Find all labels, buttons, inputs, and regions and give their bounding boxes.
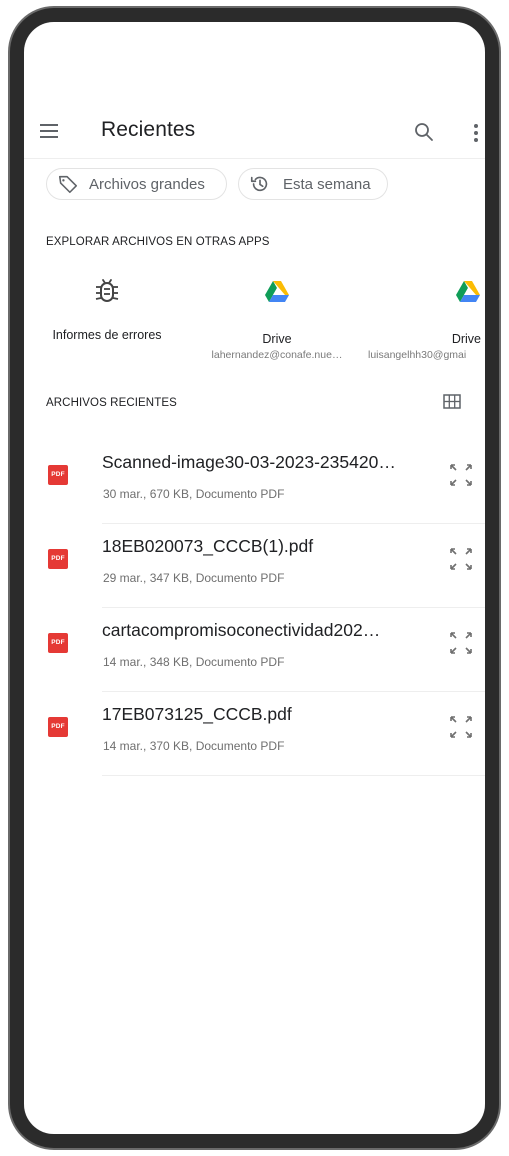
account-email: lahernandez@conafe.nue… [211, 349, 343, 361]
phone-frame: Recientes Archivos grandes Esta semana E… [10, 8, 499, 1148]
file-name: Scanned-image30-03-2023-235420… [102, 452, 396, 472]
recent-heading: ARCHIVOS RECIENTES [46, 397, 177, 409]
chip-label: Archivos grandes [89, 175, 205, 193]
more-vert-icon[interactable] [464, 120, 485, 146]
grid-view-icon[interactable] [442, 392, 464, 414]
header-divider [24, 158, 485, 159]
expand-icon[interactable] [448, 546, 476, 574]
menu-icon[interactable] [40, 124, 64, 142]
expand-icon[interactable] [448, 462, 476, 490]
pdf-icon: PDF [48, 549, 68, 569]
file-meta: 29 mar., 347 KB, Documento PDF [103, 571, 285, 585]
app-label: Drive [451, 332, 481, 346]
file-name: 18EB020073_CCCB(1).pdf [102, 536, 314, 556]
pdf-icon: PDF [48, 717, 68, 737]
chip-label: Esta semana [283, 175, 371, 193]
file-meta: 30 mar., 670 KB, Documento PDF [103, 487, 285, 501]
file-meta: 14 mar., 370 KB, Documento PDF [103, 739, 285, 753]
history-icon [250, 176, 268, 192]
tag-icon [58, 175, 78, 194]
file-row[interactable]: PDF 17EB073125_CCCB.pdf 14 mar., 370 KB,… [24, 692, 485, 776]
drive-icon [197, 280, 357, 304]
screen: Recientes Archivos grandes Esta semana E… [24, 22, 485, 1134]
explore-heading: EXPLORAR ARCHIVOS EN OTRAS APPS [46, 236, 270, 248]
app-label: Drive [262, 332, 292, 346]
file-meta: 14 mar., 348 KB, Documento PDF [103, 655, 285, 669]
account-email: luisangelhh30@gmai [368, 349, 467, 361]
expand-icon[interactable] [448, 630, 476, 658]
search-icon[interactable] [412, 120, 436, 144]
file-row[interactable]: PDF cartacompromisoconectividad202… 14 m… [24, 608, 485, 692]
chip-esta-semana[interactable]: Esta semana [238, 168, 388, 200]
chip-archivos-grandes[interactable]: Archivos grandes [46, 168, 227, 200]
app-drive-2[interactable]: Drive luisangelhh30@gmai [366, 280, 485, 361]
file-name: cartacompromisoconectividad202… [102, 620, 381, 640]
drive-icon [366, 280, 485, 304]
app-label: Informes de errores [52, 328, 162, 342]
page-title: Recientes [101, 118, 196, 141]
file-name: 17EB073125_CCCB.pdf [102, 704, 292, 724]
file-row[interactable]: PDF Scanned-image30-03-2023-235420… 30 m… [24, 440, 485, 524]
app-informes-errores[interactable]: Informes de errores [36, 276, 178, 342]
app-drive-1[interactable]: Drive lahernandez@conafe.nue… [197, 280, 357, 361]
file-row[interactable]: PDF 18EB020073_CCCB(1).pdf 29 mar., 347 … [24, 524, 485, 608]
pdf-icon: PDF [48, 465, 68, 485]
bug-icon [36, 276, 178, 306]
pdf-icon: PDF [48, 633, 68, 653]
row-divider [102, 775, 485, 776]
expand-icon[interactable] [448, 714, 476, 742]
